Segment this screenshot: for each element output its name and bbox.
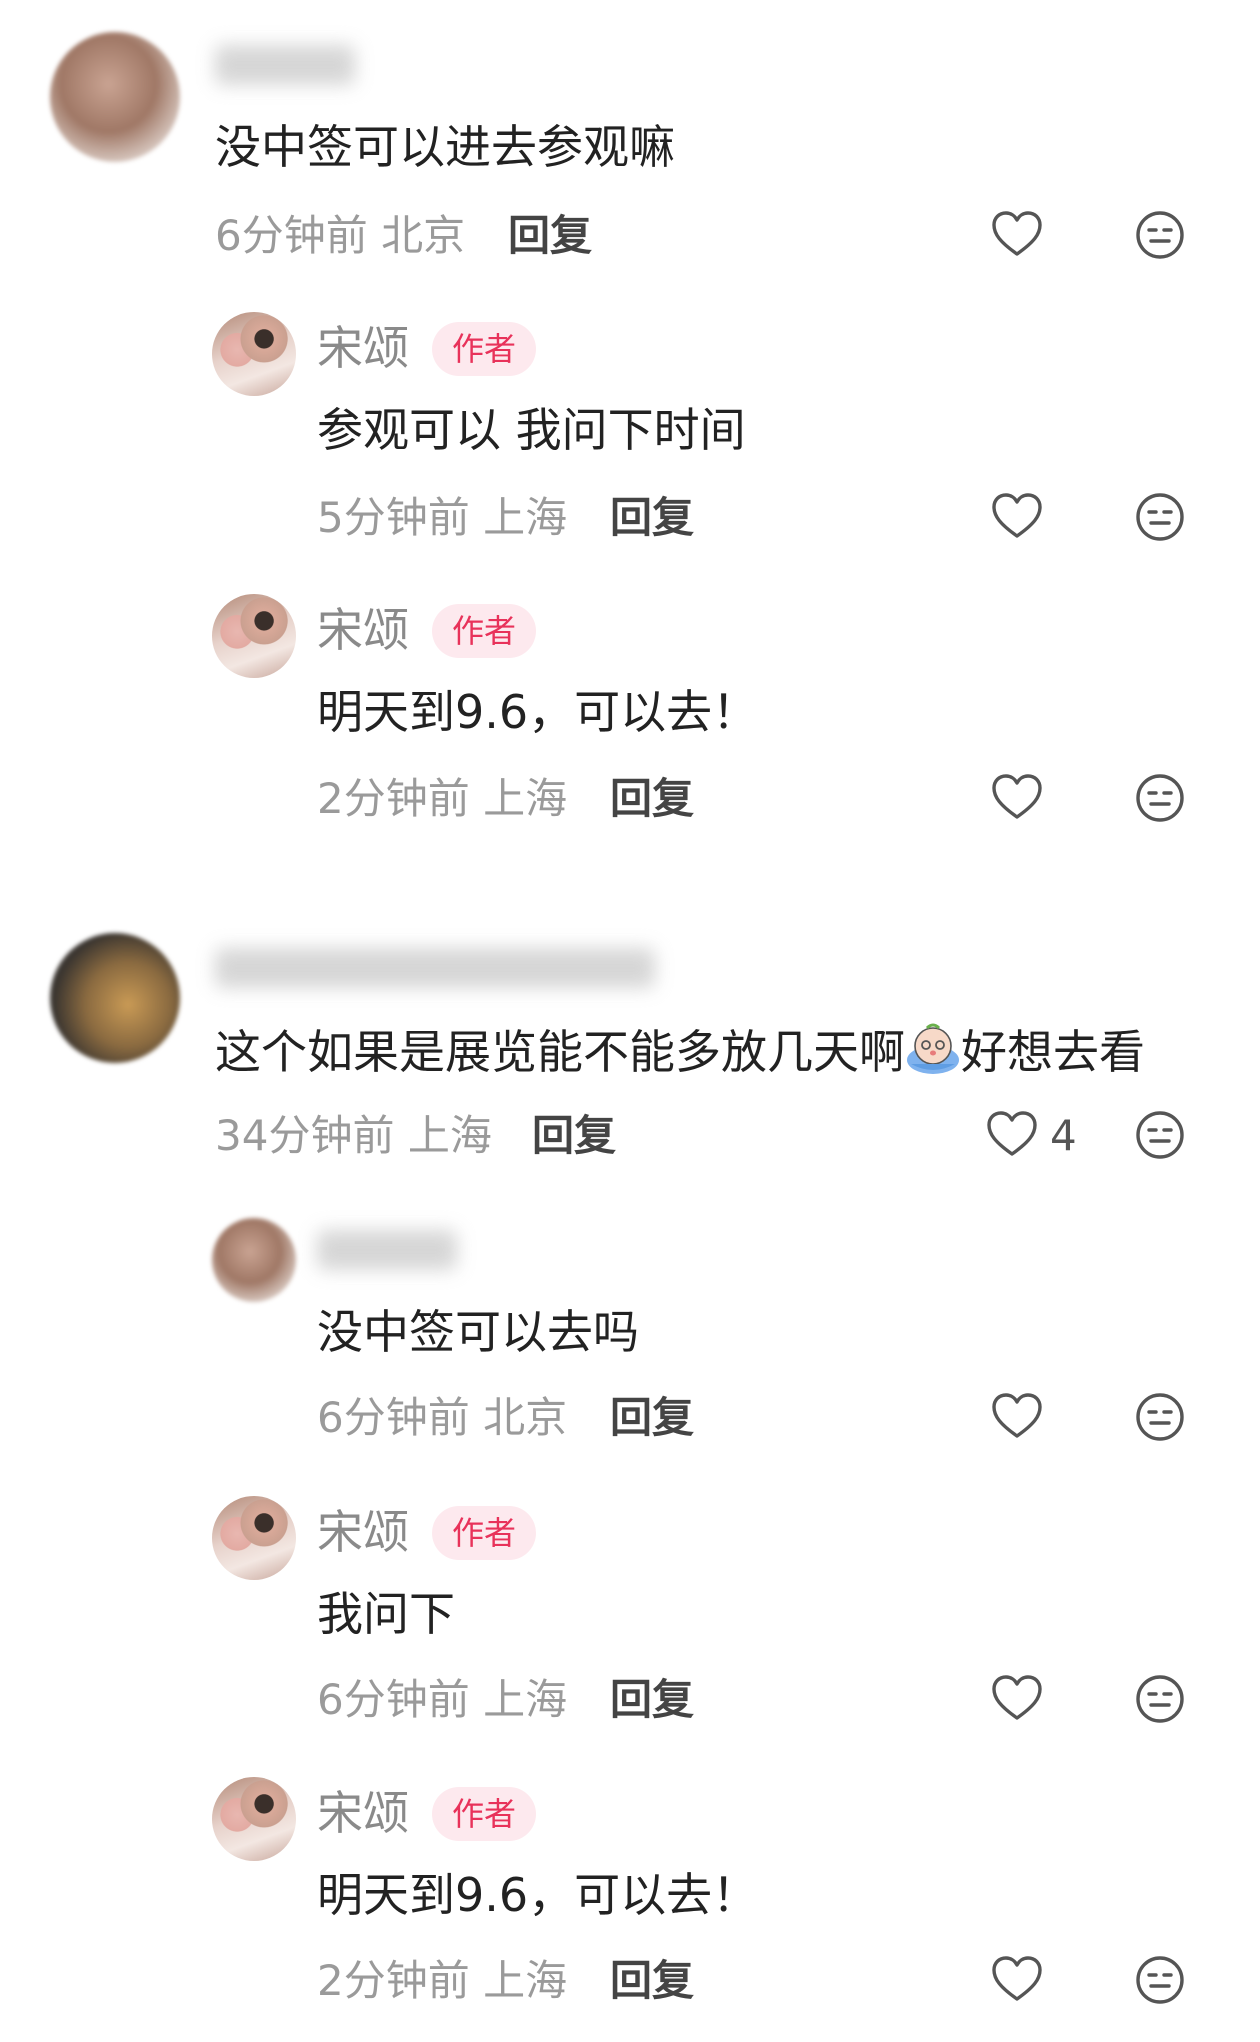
author-badge: 作者 (432, 322, 537, 376)
reply-location: 上海 (483, 493, 568, 542)
heart-icon[interactable] (990, 1390, 1044, 1444)
reply-text: 明天到9.6，可以去！ (317, 685, 759, 739)
author-badge: 作者 (432, 604, 537, 658)
neutral-face-icon[interactable] (1133, 1390, 1187, 1444)
crying-emoji-icon (907, 1023, 959, 1074)
like-count: 4 (1050, 1111, 1077, 1160)
heart-icon[interactable] (990, 208, 1044, 262)
reply-button[interactable]: 回复 (610, 490, 694, 546)
heart-icon[interactable] (990, 771, 1044, 825)
neutral-face-icon[interactable] (1133, 208, 1187, 262)
neutral-face-icon[interactable] (1133, 1953, 1187, 2007)
neutral-face-icon[interactable] (1133, 490, 1187, 544)
reply-location: 上海 (483, 1675, 568, 1724)
reply-location: 上海 (483, 1956, 568, 2005)
reply-meta: 2分钟前 上海 (317, 1953, 567, 2009)
heart-icon[interactable] (990, 1953, 1044, 2007)
author-name[interactable]: 宋颂 (317, 1785, 409, 1841)
comment-location: 上海 (407, 1111, 492, 1160)
reply-location: 北京 (483, 1393, 568, 1442)
author-badge: 作者 (432, 1787, 537, 1841)
reply-text: 没中签可以去吗 (317, 1305, 639, 1359)
avatar[interactable] (212, 312, 296, 396)
reply-text: 我问下 (317, 1587, 455, 1641)
reply-button[interactable]: 回复 (610, 1390, 694, 1446)
comment-text-part: 好想去看 (961, 1025, 1145, 1079)
reply-time: 6分钟前 (317, 1393, 470, 1442)
author-name[interactable]: 宋颂 (317, 320, 409, 376)
comment-time: 34分钟前 (215, 1111, 395, 1160)
comment-location: 北京 (381, 211, 466, 260)
reply-button[interactable]: 回复 (508, 208, 592, 264)
reply-time: 5分钟前 (317, 493, 470, 542)
comment-time: 6分钟前 (215, 211, 368, 260)
comment-meta: 6分钟前 北京 (215, 208, 465, 264)
avatar[interactable] (50, 933, 180, 1063)
heart-icon[interactable] (985, 1108, 1039, 1162)
username-blurred[interactable] (215, 948, 655, 988)
avatar[interactable] (212, 1218, 296, 1302)
reply-meta: 6分钟前 上海 (317, 1672, 567, 1728)
username-blurred[interactable] (215, 45, 355, 85)
heart-icon[interactable] (990, 490, 1044, 544)
comment-text-part: 这个如果是展览能不能多放几天啊 (215, 1025, 905, 1079)
reply-text: 参观可以 我问下时间 (317, 403, 746, 457)
reply-location: 上海 (483, 774, 568, 823)
avatar[interactable] (212, 594, 296, 678)
neutral-face-icon[interactable] (1133, 771, 1187, 825)
reply-text: 明天到9.6，可以去！ (317, 1868, 759, 1922)
author-name[interactable]: 宋颂 (317, 602, 409, 658)
reply-button[interactable]: 回复 (610, 1953, 694, 2009)
reply-time: 6分钟前 (317, 1675, 470, 1724)
comment-meta: 34分钟前 上海 (215, 1108, 492, 1164)
avatar[interactable] (50, 32, 180, 162)
reply-time: 2分钟前 (317, 774, 470, 823)
neutral-face-icon[interactable] (1133, 1672, 1187, 1726)
neutral-face-icon[interactable] (1133, 1108, 1187, 1162)
reply-button[interactable]: 回复 (610, 1672, 694, 1728)
reply-meta: 2分钟前 上海 (317, 771, 567, 827)
reply-button[interactable]: 回复 (532, 1108, 616, 1164)
avatar[interactable] (212, 1777, 296, 1861)
heart-icon[interactable] (990, 1672, 1044, 1726)
reply-meta: 5分钟前 上海 (317, 490, 567, 546)
comment-text: 没中签可以进去参观嘛 (215, 120, 675, 174)
avatar[interactable] (212, 1496, 296, 1580)
reply-button[interactable]: 回复 (610, 771, 694, 827)
comment-text: 这个如果是展览能不能多放几天啊 好想去看 (215, 1020, 1145, 1082)
author-badge: 作者 (432, 1506, 537, 1560)
reply-time: 2分钟前 (317, 1956, 470, 2005)
reply-meta: 6分钟前 北京 (317, 1390, 567, 1446)
username-blurred[interactable] (317, 1230, 457, 1270)
author-name[interactable]: 宋颂 (317, 1504, 409, 1560)
